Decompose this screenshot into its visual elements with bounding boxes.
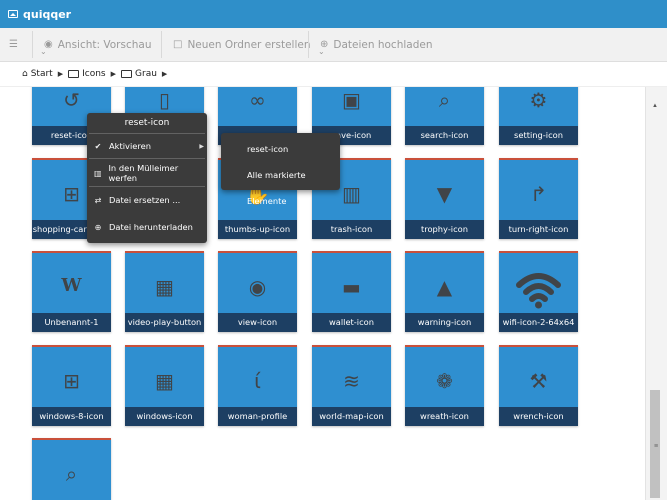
breadcrumb-item-start[interactable]: ⌂ Start [22,69,53,79]
chevron-down-icon[interactable]: ⌄ [40,47,47,56]
file-tile[interactable]: ▼ trophy-icon [405,158,484,239]
world-map-icon: ≋ [343,369,360,393]
file-tile[interactable]: ▬ wallet-icon [312,251,391,332]
file-tile[interactable]: wifi-icon-2-64x64 [499,251,578,332]
home-icon: ⌂ [22,69,28,79]
menu-item-trash[interactable]: ▥ In den Mülleimer werfen [87,161,207,185]
sitemap-icon: ☰ [9,39,18,50]
upload-button[interactable]: ⊕ Dateien hochladen [320,28,433,61]
sitemap-button[interactable]: ☰ [9,28,23,61]
folder-icon [68,70,80,78]
scroll-grip-icon: ≡ [654,443,659,450]
toolbar-divider [161,31,162,58]
download-icon: ⊕ [94,222,102,232]
wrench-icon: ⚒ [529,369,548,393]
context-submenu: reset-icon Alle markierte Elemente [221,133,340,206]
file-tile[interactable]: ⊞ windows-8-icon [32,345,111,426]
w-letter-icon: W [61,275,82,296]
toolbar-divider [32,31,33,58]
warning-icon: ▲ [436,275,453,299]
view-mode-button[interactable]: ◉ Ansicht: Vorschau [44,28,151,61]
film-icon: ▦ [155,275,174,299]
file-tile[interactable]: ⚙ setting-icon [499,87,578,145]
eye-icon: ◉ [248,275,267,299]
file-tile[interactable]: ▦ windows-icon [125,345,204,426]
file-tile[interactable]: ⌕ [32,438,111,500]
save-icon: ▣ [342,88,361,112]
upload-label: Dateien hochladen [333,38,433,51]
chevron-right-icon: ▶ [57,70,64,78]
check-icon: ✔ [94,141,102,151]
reset-icon: ↺ [63,88,80,112]
context-menu-title: reset-icon [124,118,170,128]
wallet-icon: ▬ [342,275,361,299]
chevron-right-icon: ▶ [199,142,204,150]
zoom-icon: ⌕ [65,462,78,486]
search-icon: ⌕ [438,88,451,112]
breadcrumb-item-icons[interactable]: Icons [68,69,106,79]
folder-icon [121,70,133,78]
breadcrumb-item-grau[interactable]: Grau [121,69,157,79]
view-mode-label: Ansicht: Vorschau [57,38,152,51]
wifi-icon [516,273,561,309]
woman-profile-icon: ί [254,369,261,393]
file-tile[interactable]: ↱ turn-right-icon [499,158,578,239]
menu-item-replace[interactable]: ⇄ Datei ersetzen ... [87,188,207,212]
trash-icon: ▥ [93,168,102,178]
menu-item-download[interactable]: ⊕ Datei herunterladen [87,215,207,239]
menu-item-activate[interactable]: ✔ Aktivieren ▶ [87,134,207,158]
new-folder-button[interactable]: □ Neuen Ordner erstellen [173,28,310,61]
breadcrumb: ⌂ Start ▶ Icons ▶ Grau ▶ [0,62,667,87]
wreath-icon: ❁ [436,369,453,393]
menu-divider [89,186,205,187]
glasses-icon: ∞ [249,88,266,112]
mobile-icon: ▯ [158,88,170,112]
window-titlebar: quiqqer [0,0,667,28]
folder-icon: □ [173,39,183,50]
toolbar-divider [308,31,309,58]
windows-icon: ▦ [155,369,174,393]
file-tile[interactable]: ❁ wreath-icon [405,345,484,426]
menu-divider [89,158,205,159]
toolbar: ☰ ◉ Ansicht: Vorschau ⌄ □ Neuen Ordner e… [0,28,667,62]
window-title: quiqqer [23,7,72,21]
trophy-icon: ▼ [436,182,453,206]
file-tile[interactable]: W Unbenannt-1 [32,251,111,332]
image-icon [8,10,18,18]
chevron-right-icon: ▶ [110,70,117,78]
scroll-up-arrow[interactable]: ▲ [652,103,658,109]
context-menu: reset-icon ✔ Aktivieren ▶ ▥ In den Mülle… [87,113,207,243]
vertical-scrollbar[interactable]: ▲ ≡ [645,87,667,500]
file-tile[interactable]: ≋ world-map-icon [312,345,391,426]
submenu-item-all-selected[interactable]: Alle markierte Elemente [221,162,340,206]
chevron-down-icon[interactable]: ⌄ [318,47,325,56]
chevron-right-icon: ▶ [161,70,168,78]
exchange-icon: ⇄ [94,195,102,205]
file-tile[interactable]: ◉ view-icon [218,251,297,332]
windows8-icon: ⊞ [63,369,80,393]
file-tile[interactable]: ▦ video-play-button [125,251,204,332]
new-folder-label: Neuen Ordner erstellen [187,38,311,51]
file-tile[interactable]: ⚒ wrench-icon [499,345,578,426]
gear-icon: ⚙ [529,88,548,112]
file-tile[interactable]: ί woman-profile [218,345,297,426]
turn-right-icon: ↱ [530,182,547,206]
file-tile[interactable]: ▲ warning-icon [405,251,484,332]
submenu-item-single[interactable]: reset-icon [221,136,340,162]
file-tile[interactable]: ⌕ search-icon [405,87,484,145]
